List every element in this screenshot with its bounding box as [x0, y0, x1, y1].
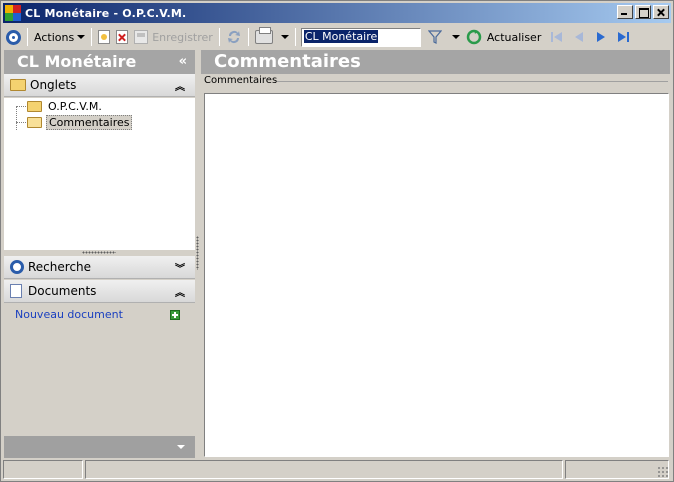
next-record-button[interactable] [590, 26, 612, 48]
refresh-label: Actualiser [486, 30, 542, 44]
sync-icon [227, 31, 240, 44]
save-label: Enregistrer [152, 30, 213, 44]
splitter-grip [82, 251, 116, 254]
search-icon [10, 260, 24, 274]
open-folder-icon [27, 116, 42, 128]
tree-connector [16, 122, 26, 123]
save-button[interactable]: Enregistrer [131, 26, 216, 48]
status-cell [565, 460, 669, 479]
page-title: Commentaires [201, 50, 670, 74]
tree-item-commentaires[interactable]: Commentaires [27, 114, 133, 130]
tree-connector [16, 106, 17, 130]
section-recherche-header[interactable]: Recherche ︾ [4, 256, 195, 279]
new-document-icon [98, 30, 111, 44]
section-recherche-label: Recherche [28, 260, 92, 274]
chevron-down-icon [280, 35, 289, 39]
collapse-panel-button[interactable]: « [179, 50, 187, 74]
tabs-tree: O.P.C.V.M. Commentaires [4, 98, 195, 250]
toolbar: Actions Enregistrer CL Monétaire Actuali… [3, 25, 671, 49]
first-page-icon [551, 32, 563, 42]
last-page-icon [618, 32, 630, 42]
refresh-button[interactable]: Actualiser [463, 26, 545, 48]
new-button[interactable] [95, 26, 113, 48]
status-bar [3, 460, 671, 480]
printer-icon [254, 27, 273, 44]
minimize-button[interactable] [617, 5, 633, 19]
toolbar-separator [218, 28, 220, 46]
window-title: CL Monétaire - O.P.C.V.M. [25, 6, 187, 20]
chevron-down-icon[interactable] [177, 445, 185, 449]
add-document-icon[interactable] [170, 310, 180, 320]
section-documents-label: Documents [28, 284, 97, 298]
group-divider [277, 81, 668, 82]
group-label: Commentaires [204, 75, 278, 86]
tree-item-opcvm[interactable]: O.P.C.V.M. [27, 98, 104, 114]
home-button[interactable] [3, 26, 24, 48]
toolbar-separator [294, 28, 296, 46]
chevron-down-icon [77, 35, 86, 39]
folder-icon [10, 79, 26, 91]
left-panel-header: CL Monétaire « [4, 50, 195, 74]
section-onglets-label: Onglets [30, 78, 77, 92]
chevron-down-icon: ︾ [175, 263, 185, 275]
maximize-button[interactable] [635, 5, 651, 19]
left-panel-title: CL Monétaire [17, 52, 137, 71]
toolbar-separator [91, 28, 93, 46]
last-record-button[interactable] [612, 26, 634, 48]
save-icon [134, 30, 149, 44]
first-record-button[interactable] [546, 26, 568, 48]
splitter-grip [196, 236, 199, 270]
delete-button[interactable] [113, 26, 131, 48]
target-icon [6, 29, 21, 45]
status-cell [85, 460, 563, 479]
title-bar[interactable]: CL Monétaire - O.P.C.V.M. [3, 3, 671, 23]
folder-icon [27, 100, 42, 112]
left-panel-footer [4, 436, 195, 458]
search-input[interactable]: CL Monétaire [300, 27, 421, 47]
new-document-link[interactable]: Nouveau document [15, 308, 123, 321]
section-onglets-header[interactable]: Onglets ︽ [4, 74, 195, 97]
previous-record-button[interactable] [568, 26, 590, 48]
toolbar-separator [247, 28, 249, 46]
next-icon [597, 32, 606, 42]
resize-grip[interactable] [657, 466, 669, 478]
filter-button[interactable] [425, 26, 463, 48]
tree-item-label: Commentaires [46, 114, 133, 130]
tree-item-label: O.P.C.V.M. [48, 99, 102, 113]
left-panel: CL Monétaire « Onglets ︽ O.P.C.V.M. Comm… [4, 50, 195, 458]
delete-icon [116, 30, 129, 44]
app-window: CL Monétaire - O.P.C.V.M. Actions Enregi… [0, 0, 674, 482]
actions-label: Actions [34, 30, 75, 44]
app-logo-icon [5, 5, 21, 21]
search-input-value: CL Monétaire [303, 29, 379, 43]
refresh-icon [466, 29, 482, 45]
status-cell [3, 460, 83, 479]
toolbar-separator [27, 28, 28, 46]
tree-connector [16, 106, 26, 107]
main-panel: Commentaires Commentaires [201, 50, 670, 458]
filter-icon [427, 30, 442, 44]
close-window-button[interactable] [653, 5, 669, 19]
chevron-up-icon: ︽ [175, 81, 185, 93]
chevron-up-icon: ︽ [175, 287, 185, 299]
document-icon [10, 284, 22, 298]
section-documents-header[interactable]: Documents ︽ [4, 280, 195, 303]
chevron-down-icon [451, 35, 460, 39]
previous-icon [575, 32, 584, 42]
sync-button[interactable] [223, 26, 245, 48]
print-button[interactable] [252, 26, 292, 48]
actions-menu-button[interactable]: Actions [31, 26, 88, 48]
window-controls [615, 5, 669, 19]
comments-textarea[interactable] [204, 93, 669, 457]
